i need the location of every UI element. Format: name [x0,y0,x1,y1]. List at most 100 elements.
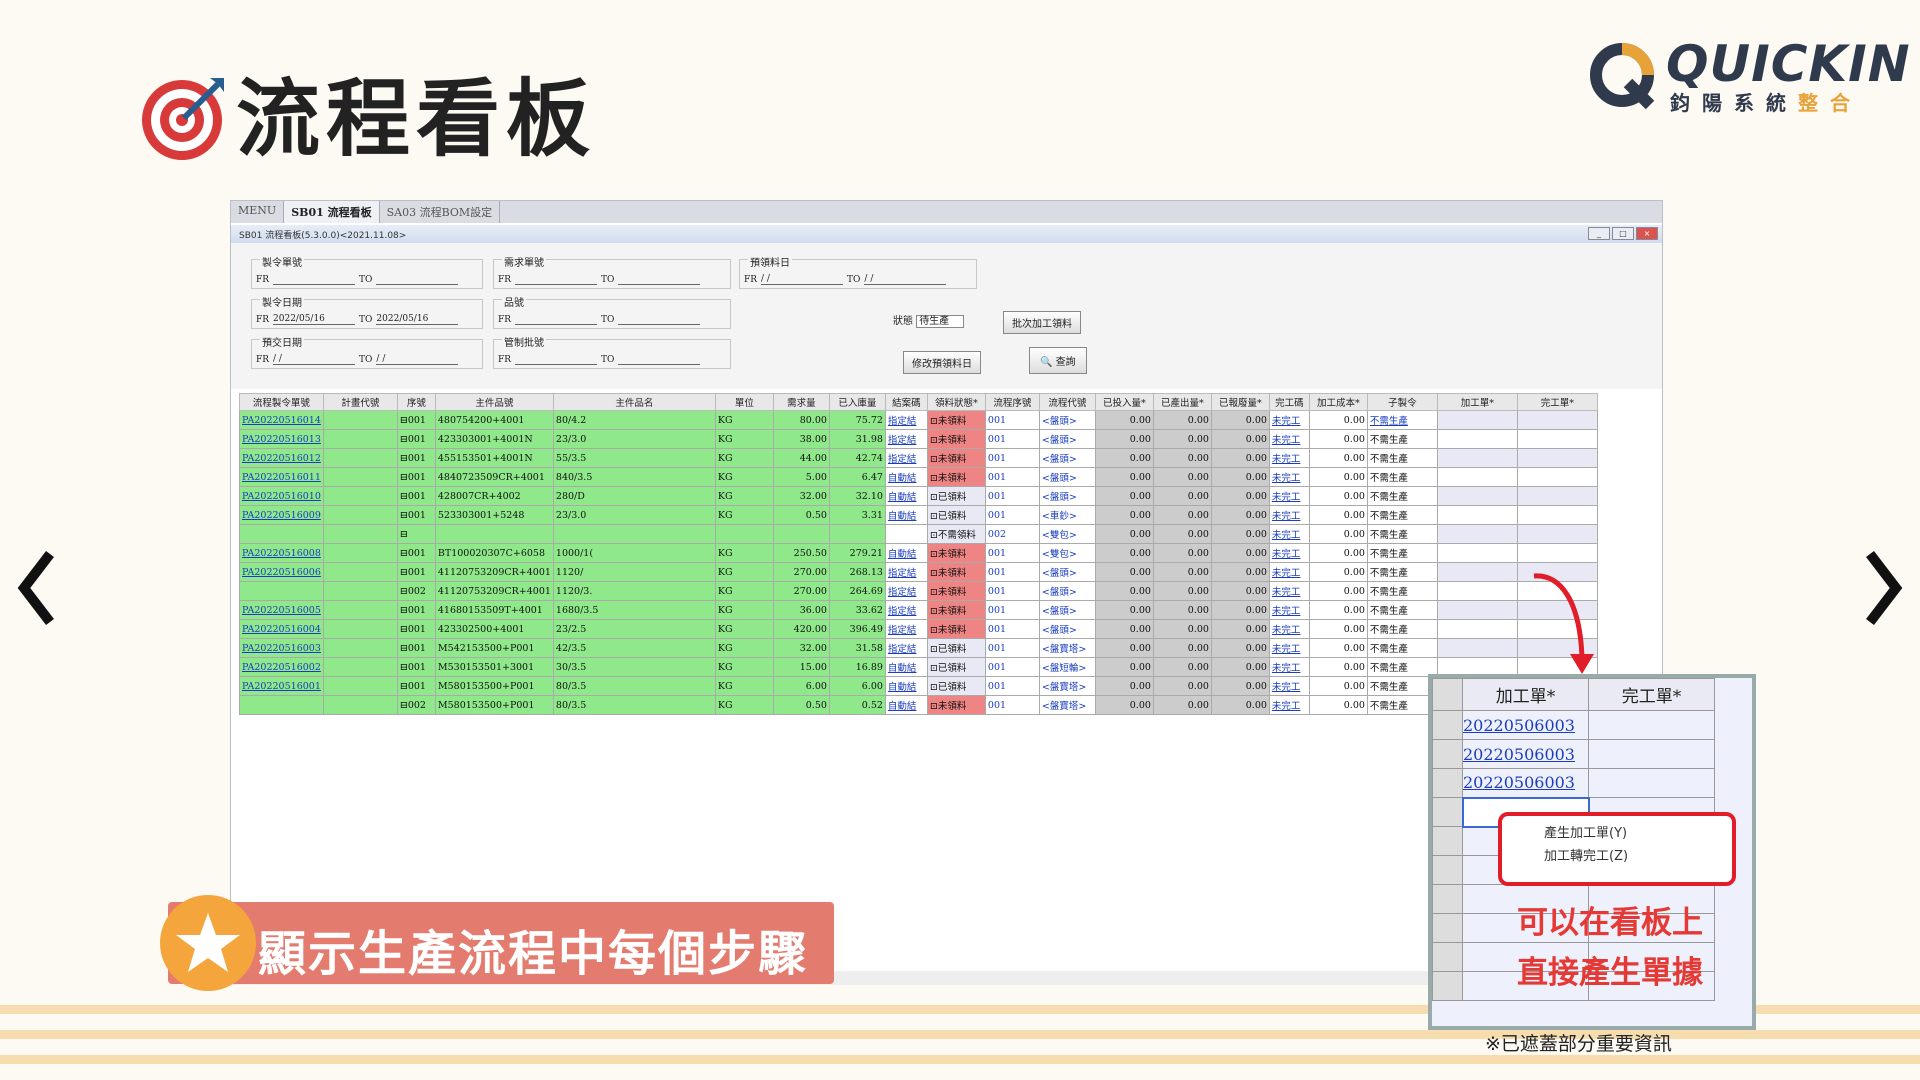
complete-link[interactable]: 未完工 [1268,581,1310,601]
complete-link[interactable]: 未完工 [1268,619,1310,639]
close-code-link[interactable]: 自動結 [884,505,928,525]
close-code-link[interactable]: 指定結 [884,429,928,449]
close-icon[interactable]: × [1636,227,1658,240]
column-header[interactable]: 主件品號 [434,393,554,411]
close-code-link[interactable]: 自動結 [884,467,928,487]
prev-slide-icon[interactable] [16,548,56,628]
close-code-link[interactable]: 指定結 [884,410,928,430]
table-row[interactable]: PA20220516012 ⊟001 455153501+4001N 55/3.5 KG… [239,448,1598,468]
complete-link[interactable]: 未完工 [1268,410,1310,430]
menu-item-create-process[interactable]: 產生加工單(Y) [1502,816,1732,841]
close-code-link[interactable] [884,524,928,544]
complete-link[interactable]: 未完工 [1268,486,1310,506]
table-row[interactable]: PA20220516011 ⊟001 4840723509CR+4001 840/3.… [239,467,1598,487]
table-row[interactable]: PA20220516001 ⊟001 M580153500+P001 80/3.5 KG… [239,676,1598,696]
demand-no-from[interactable] [515,274,598,285]
tab-sb01[interactable]: SB01 流程看板 [284,201,380,223]
order-link[interactable]: PA20220516012 [239,448,324,468]
plan-date-to[interactable]: / / [864,274,947,285]
column-header[interactable]: 單位 [714,393,774,411]
complete-link[interactable]: 未完工 [1268,429,1310,449]
table-row[interactable]: ⊟002 41120753209CR+4001 1120/3. KG 270.00 264… [239,581,1598,601]
delivery-from[interactable]: / / [273,354,356,365]
part-no-from[interactable] [515,314,598,325]
complete-link[interactable]: 未完工 [1268,562,1310,582]
column-header[interactable]: 完工單* [1516,393,1598,411]
order-date-from[interactable]: 2022/05/16 [273,314,356,325]
column-header[interactable]: 需求量 [772,393,830,411]
minimize-icon[interactable]: _ [1588,227,1610,240]
order-date-to[interactable]: 2022/05/16 [376,314,459,325]
column-header[interactable]: 結案碼 [884,393,928,411]
table-row[interactable]: ⊟ ⊡不需領料 002 <雙包> 0.00 0.00 0.00 未完工 0.00 不需生產 [239,524,1598,544]
close-code-link[interactable]: 指定結 [884,638,928,658]
close-code-link[interactable]: 自動結 [884,486,928,506]
close-code-link[interactable]: 自動結 [884,676,928,696]
lot-from[interactable] [515,354,598,365]
zoom-process-link[interactable]: 20220506003 [1463,773,1575,792]
complete-link[interactable]: 未完工 [1268,448,1310,468]
order-link[interactable]: PA20220516005 [239,600,324,620]
close-code-link[interactable]: 自動結 [884,543,928,563]
order-no-to[interactable] [376,274,459,285]
column-header[interactable]: 子製令 [1366,393,1438,411]
order-link[interactable]: PA20220516003 [239,638,324,658]
column-header[interactable]: 加工單* [1436,393,1518,411]
order-link[interactable]: PA20220516008 [239,543,324,563]
menu-item-to-complete[interactable]: 加工轉完工(Z) [1502,841,1732,864]
table-row[interactable]: PA20220516008 ⊟001 BT100020307C+6058 1000/1… [239,543,1598,563]
close-code-link[interactable]: 指定結 [884,619,928,639]
order-link[interactable]: PA20220516011 [239,467,324,487]
column-header[interactable]: 已投入量* [1094,393,1154,411]
order-link[interactable]: PA20220516004 [239,619,324,639]
column-header[interactable]: 加工成本* [1308,393,1368,411]
plan-date-from[interactable]: / / [761,274,844,285]
complete-link[interactable]: 未完工 [1268,638,1310,658]
close-code-link[interactable]: 指定結 [884,581,928,601]
order-no-from[interactable] [273,274,356,285]
close-code-link[interactable]: 自動結 [884,657,928,677]
batch-material-button[interactable]: 批次加工領料 [1003,311,1081,334]
table-row[interactable]: PA20220516005 ⊟001 41680153509T+4001 1680/3… [239,600,1598,620]
complete-link[interactable]: 未完工 [1268,467,1310,487]
table-row[interactable]: ⊟002 M580153500+P001 80/3.5 KG 0.50 0.52 自動結 ⊡未… [239,695,1598,715]
table-row[interactable]: PA20220516006 ⊟001 41120753209CR+4001 1120/… [239,562,1598,582]
table-row[interactable]: PA20220516004 ⊟001 423302500+4001 23/2.5 KG 4… [239,619,1598,639]
column-header[interactable]: 流程製令單號 [239,393,324,411]
close-code-link[interactable]: 指定結 [884,562,928,582]
order-link[interactable]: PA20220516002 [239,657,324,677]
column-header[interactable]: 主件品名 [552,393,716,411]
complete-link[interactable]: 未完工 [1268,543,1310,563]
table-row[interactable]: PA20220516013 ⊟001 423303001+4001N 23/3.0 KG… [239,429,1598,449]
column-header[interactable]: 已產出量* [1152,393,1212,411]
column-header[interactable]: 已入庫量 [828,393,886,411]
complete-link[interactable]: 未完工 [1268,657,1310,677]
column-header[interactable]: 流程序號 [984,393,1040,411]
order-link[interactable]: PA20220516006 [239,562,324,582]
complete-link[interactable]: 未完工 [1268,676,1310,696]
table-row[interactable]: PA20220516010 ⊟001 428007CR+4002 280/D KG 32.… [239,486,1598,506]
tab-sa03[interactable]: SA03 流程BOM設定 [380,201,501,223]
close-code-link[interactable]: 指定結 [884,448,928,468]
order-link[interactable]: PA20220516010 [239,486,324,506]
zoom-process-link[interactable]: 20220506003 [1463,745,1575,764]
query-button[interactable]: 🔍 查詢 [1029,347,1087,374]
next-slide-icon[interactable] [1864,548,1904,628]
zoom-process-link[interactable]: 20220506003 [1463,716,1575,735]
part-no-to[interactable] [618,314,701,325]
demand-no-to[interactable] [618,274,701,285]
complete-link[interactable]: 未完工 [1268,695,1310,715]
column-header[interactable]: 計畫代號 [322,393,398,411]
status-select[interactable]: 待生產 [916,315,965,328]
column-header[interactable]: 已報廢量* [1210,393,1270,411]
column-header[interactable]: 流程代號 [1038,393,1096,411]
order-link[interactable]: PA20220516001 [239,676,324,696]
maximize-icon[interactable]: □ [1612,227,1634,240]
modify-date-button[interactable]: 修改預領料日 [903,351,981,374]
order-link[interactable]: PA20220516009 [239,505,324,525]
column-header[interactable]: 完工碼 [1268,393,1310,411]
complete-link[interactable]: 未完工 [1268,600,1310,620]
table-row[interactable]: PA20220516002 ⊟001 M530153501+3001 30/3.5 KG… [239,657,1598,677]
order-link[interactable]: PA20220516014 [239,410,324,430]
complete-link[interactable]: 未完工 [1268,505,1310,525]
